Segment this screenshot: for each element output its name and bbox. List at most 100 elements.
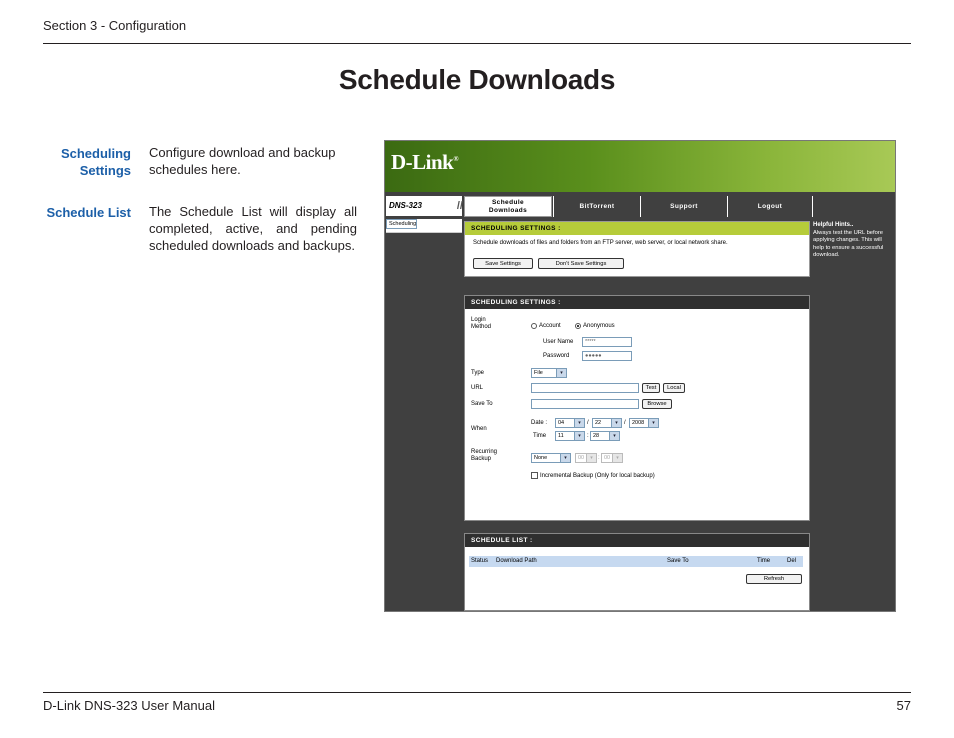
settings-heading: SCHEDULING SETTINGS : — [465, 296, 809, 309]
login-method-line: Method — [471, 324, 492, 330]
date-year-value: 2008 — [632, 420, 645, 426]
schedule-list-heading: SCHEDULE LIST : — [465, 534, 809, 547]
time-separator: : — [587, 433, 589, 439]
save-settings-button[interactable]: Save Settings — [473, 258, 533, 269]
col-time: Time — [757, 558, 771, 564]
tab-bittorrent[interactable]: BitTorrent — [554, 196, 640, 217]
hints-text: Always test the URL before applying chan… — [813, 229, 884, 259]
tab-label: Downloads — [488, 207, 528, 214]
dlink-logo: D-Link® — [391, 150, 459, 174]
chevron-down-icon: ▾ — [560, 454, 570, 462]
recurring-value: None — [534, 455, 548, 461]
test-button[interactable]: Test — [642, 383, 660, 393]
chevron-down-icon: ▾ — [611, 419, 621, 427]
helpful-hints: Helpful Hints.. Always test the URL befo… — [811, 219, 895, 611]
tab-logout[interactable]: Logout — [728, 196, 812, 217]
tab-schedule-downloads[interactable]: Schedule Downloads — [464, 196, 552, 217]
time-minute-value: 28 — [593, 433, 600, 439]
tab-label: BitTorrent — [579, 203, 615, 210]
url-input[interactable] — [531, 383, 639, 393]
incremental-backup-label: Incremental Backup (Only for local backu… — [540, 473, 655, 479]
tab-support[interactable]: Support — [641, 196, 727, 217]
chevron-down-icon: ▾ — [612, 454, 622, 462]
recurring-minute-select[interactable]: 00 ▾ — [601, 453, 623, 463]
type-label: Type — [471, 370, 485, 376]
time-hour-value: 11 — [558, 433, 564, 439]
date-separator: / — [624, 420, 626, 426]
url-label: URL — [471, 385, 484, 391]
chevron-down-icon: ▾ — [648, 419, 658, 427]
intro-text: Schedule downloads of files and folders … — [473, 240, 728, 246]
anonymous-radio[interactable] — [575, 323, 581, 329]
term-line: Scheduling — [60, 146, 131, 161]
user-name-input[interactable]: ***** — [582, 337, 632, 347]
tab-label: Schedule — [491, 199, 525, 206]
chevron-down-icon: ▾ — [574, 432, 584, 440]
password-label: Password — [543, 353, 570, 359]
recurring-hour-value: 00 — [578, 455, 585, 461]
chevron-down-icon: ▾ — [609, 432, 619, 440]
save-to-input[interactable] — [531, 399, 639, 409]
date-month-select[interactable]: 04 ▾ — [555, 418, 585, 428]
password-input[interactable]: ●●●●● — [582, 351, 632, 361]
tab-label: Support — [670, 203, 698, 210]
desc-schedule-list: The Schedule List will display all compl… — [149, 204, 357, 253]
dlink-banner: D-Link® — [385, 141, 895, 192]
recurring-minute-value: 00 — [604, 455, 611, 461]
col-del: Del — [787, 558, 797, 564]
recurring-line: Backup — [471, 456, 492, 462]
anonymous-label: Anonymous — [583, 323, 615, 329]
left-nav-scheduling[interactable]: Scheduling — [386, 219, 418, 229]
account-label: Account — [539, 323, 561, 329]
login-method-line: Login — [471, 317, 486, 323]
dns323-screenshot: D-Link® DNS-323// Schedule Downloads Bit… — [384, 140, 896, 612]
recurring-separator: : — [598, 455, 600, 461]
date-label: Date : — [531, 420, 548, 426]
term-schedule-list: Schedule List — [11, 204, 131, 221]
intro-heading: SCHEDULING SETTINGS : — [465, 222, 809, 235]
desc-scheduling-settings: Configure download and backup schedules … — [149, 145, 336, 177]
recurring-line: Recurring — [471, 449, 498, 455]
footer-rule — [43, 692, 911, 693]
date-day-value: 22 — [595, 420, 602, 426]
schedule-list-panel: SCHEDULE LIST : Status Download Path Sav… — [464, 533, 810, 611]
incremental-backup-checkbox[interactable] — [531, 472, 538, 479]
model-badge: DNS-323// — [386, 196, 463, 216]
chevron-down-icon: ▾ — [574, 419, 584, 427]
date-year-select[interactable]: 2008 ▾ — [629, 418, 659, 428]
date-day-select[interactable]: 22 ▾ — [592, 418, 622, 428]
main-content: SCHEDULING SETTINGS : Schedule downloads… — [464, 219, 810, 611]
recurring-backup-label: Recurring Backup — [471, 449, 497, 463]
hints-title: Helpful Hints.. — [813, 222, 854, 228]
local-button[interactable]: Local — [663, 383, 685, 393]
type-value: File — [534, 370, 543, 376]
settings-panel: SCHEDULING SETTINGS : Login Method Accou… — [464, 295, 810, 521]
col-save-to: Save To — [667, 558, 689, 564]
time-minute-select[interactable]: 28 ▾ — [590, 431, 620, 441]
page-title: Schedule Downloads — [338, 64, 616, 95]
browse-button[interactable]: Browse — [642, 399, 672, 409]
time-hour-select[interactable]: 11 ▾ — [555, 431, 585, 441]
chevron-down-icon: ▾ — [556, 369, 566, 377]
model-label: DNS-323 — [389, 201, 422, 210]
user-name-label: User Name — [543, 339, 574, 345]
tab-label: Logout — [757, 203, 783, 210]
date-month-value: 04 — [558, 420, 565, 426]
left-nav: Scheduling Status — [386, 219, 462, 611]
chevron-down-icon: ▾ — [586, 454, 596, 462]
term-scheduling-settings: Scheduling Settings — [11, 145, 131, 179]
term-line: Settings — [79, 163, 131, 178]
header-rule — [43, 43, 911, 44]
type-select[interactable]: File ▾ — [531, 368, 567, 378]
dont-save-settings-button[interactable]: Don't Save Settings — [538, 258, 624, 269]
term-line: Schedule List — [46, 205, 131, 220]
when-label: When — [471, 426, 487, 432]
refresh-button[interactable]: Refresh — [746, 574, 802, 584]
account-radio[interactable] — [531, 323, 537, 329]
schedule-list-header-row: Status Download Path Save To Time Del — [469, 556, 803, 567]
date-separator: / — [587, 420, 589, 426]
time-label: Time — [533, 433, 547, 439]
recurring-hour-select[interactable]: 00 ▾ — [575, 453, 597, 463]
recurring-select[interactable]: None ▾ — [531, 453, 571, 463]
intro-panel: SCHEDULING SETTINGS : Schedule downloads… — [464, 221, 810, 277]
